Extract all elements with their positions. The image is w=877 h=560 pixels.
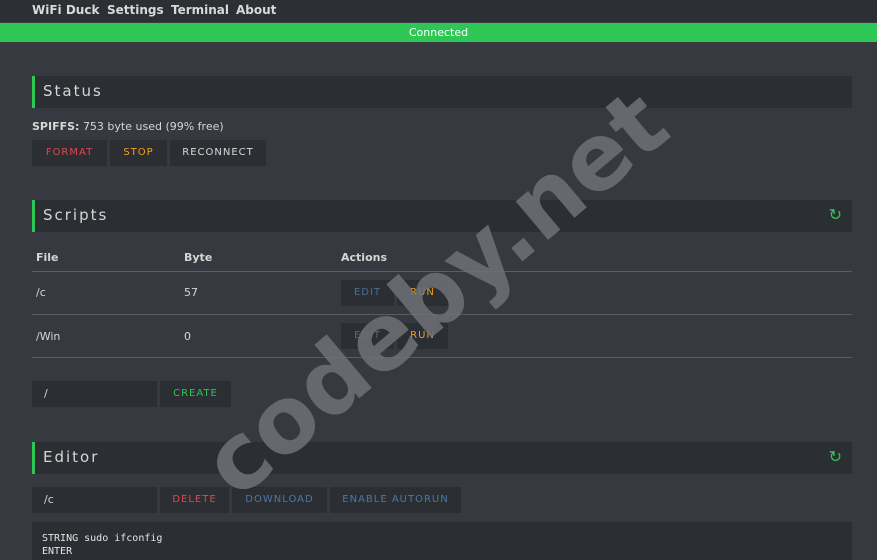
table-divider (32, 271, 852, 272)
delete-button[interactable]: DELETE (160, 487, 229, 513)
script-file-size: 0 (184, 330, 191, 343)
format-button[interactable]: FORMAT (32, 140, 107, 166)
nav-wifi-duck[interactable]: WiFi Duck (32, 3, 99, 17)
top-nav: WiFi Duck Settings Terminal About (0, 0, 877, 22)
new-file-input[interactable] (32, 381, 157, 407)
create-button[interactable]: CREATE (160, 381, 231, 407)
edit-button[interactable]: EDIT (341, 280, 394, 306)
status-section-title: Status (43, 82, 103, 100)
script-file-name[interactable]: /Win (36, 330, 60, 343)
editor-section-title: Editor (43, 448, 100, 466)
editor-filename-input[interactable] (32, 487, 157, 513)
column-header-actions: Actions (341, 251, 387, 264)
table-divider (32, 357, 852, 358)
scripts-refresh-icon[interactable]: ↻ (829, 205, 842, 224)
spiffs-info: SPIFFS: 753 byte used (99% free) (32, 120, 224, 133)
spiffs-value: 753 byte used (99% free) (82, 120, 224, 133)
download-button[interactable]: DOWNLOAD (232, 487, 327, 513)
table-divider (32, 314, 852, 315)
column-header-file: File (36, 251, 59, 264)
stop-button[interactable]: STOP (110, 140, 167, 166)
connection-status-bar: Connected (0, 23, 877, 42)
script-editor[interactable]: STRING sudo ifconfig ENTER (32, 522, 852, 560)
nav-about[interactable]: About (236, 3, 276, 17)
nav-terminal[interactable]: Terminal (171, 3, 229, 17)
reconnect-button[interactable]: RECONNECT (170, 140, 266, 166)
run-button[interactable]: RUN (397, 323, 448, 349)
status-section-header: Status (32, 76, 852, 108)
enable-autorun-button[interactable]: ENABLE AUTORUN (330, 487, 461, 513)
script-file-name[interactable]: /c (36, 286, 46, 299)
edit-button[interactable]: EDIT (341, 323, 394, 349)
nav-settings[interactable]: Settings (107, 3, 164, 17)
scripts-section-title: Scripts (43, 206, 109, 224)
editor-section-header: Editor ↻ (32, 442, 852, 474)
scripts-section-header: Scripts ↻ (32, 200, 852, 232)
editor-refresh-icon[interactable]: ↻ (829, 447, 842, 466)
run-button[interactable]: RUN (397, 280, 448, 306)
column-header-byte: Byte (184, 251, 213, 264)
spiffs-label: SPIFFS: (32, 120, 80, 133)
script-file-size: 57 (184, 286, 198, 299)
